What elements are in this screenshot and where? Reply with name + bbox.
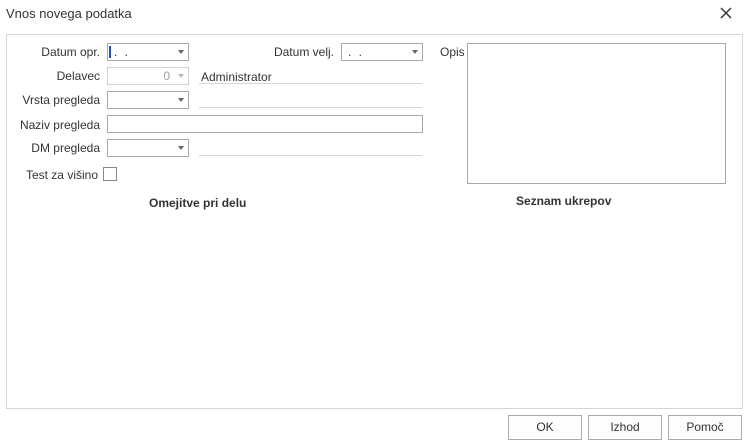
ok-button[interactable]: OK: [508, 415, 582, 440]
datum-opr-field[interactable]: . .: [107, 43, 189, 61]
pomoc-button[interactable]: Pomoč: [668, 415, 742, 440]
vrsta-pregleda-label: Vrsta pregleda: [22, 93, 100, 107]
text-cursor: [109, 46, 111, 58]
dm-pregleda-underline: [199, 155, 422, 156]
ukrepi-section-title: Seznam ukrepov: [516, 194, 612, 208]
chevron-down-icon[interactable]: [178, 98, 184, 102]
datum-velj-field[interactable]: . .: [341, 43, 423, 61]
chevron-down-icon[interactable]: [178, 50, 184, 54]
test-za-visino-checkbox[interactable]: [103, 167, 117, 181]
test-za-visino-label: Test za višino: [25, 168, 98, 182]
vrsta-pregleda-field[interactable]: [107, 91, 189, 109]
chevron-down-icon: [178, 74, 184, 78]
naziv-pregleda-input[interactable]: [107, 115, 423, 133]
izhod-button[interactable]: Izhod: [588, 415, 662, 440]
delavec-name: Administrator: [201, 70, 272, 84]
window-title: Vnos novega podatka: [6, 6, 132, 21]
delavec-label: Delavec: [56, 69, 100, 83]
datum-opr-label: Datum opr.: [41, 45, 100, 59]
delavec-field: 0: [107, 67, 189, 85]
delavec-name-underline: [199, 83, 422, 84]
naziv-pregleda-label: Naziv pregleda: [19, 118, 100, 132]
chevron-down-icon[interactable]: [412, 50, 418, 54]
form-panel: Datum opr. . . Datum velj. . . Opis Dela…: [6, 34, 743, 409]
dm-pregleda-label: DM pregleda: [31, 141, 100, 155]
chevron-down-icon[interactable]: [178, 146, 184, 150]
dm-pregleda-field[interactable]: [107, 139, 189, 157]
datum-velj-value: . .: [348, 45, 365, 59]
opis-label: Opis: [440, 45, 465, 59]
opis-textarea[interactable]: [467, 43, 726, 184]
delavec-value: 0: [163, 69, 170, 83]
datum-opr-value: . .: [114, 45, 131, 59]
close-icon[interactable]: [718, 5, 734, 21]
vrsta-pregleda-underline: [199, 107, 422, 108]
omejitve-section-title: Omejitve pri delu: [149, 196, 247, 210]
datum-velj-label: Datum velj.: [273, 45, 334, 59]
